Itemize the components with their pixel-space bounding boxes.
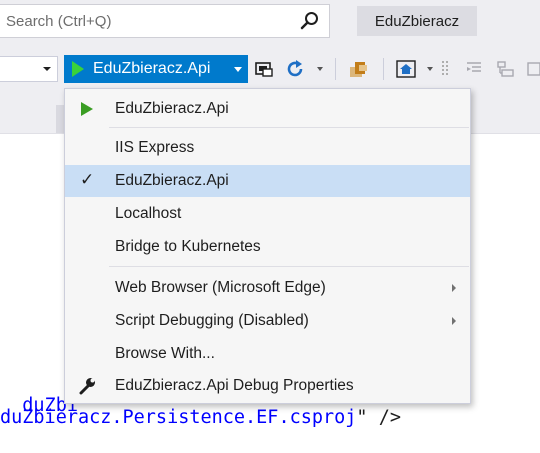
search-box[interactable] (0, 4, 330, 38)
menu-item-label: Browse With... (115, 345, 215, 362)
start-debugging-button[interactable]: EduZbieracz.Api (64, 55, 248, 83)
menu-separator (109, 266, 469, 267)
chevron-down-icon[interactable] (317, 67, 323, 71)
toolbar-separator (335, 58, 336, 80)
search-icon[interactable] (299, 10, 321, 32)
checkmark-icon: ✓ (80, 170, 95, 190)
standard-toolbar: EduZbieracz.Api (0, 45, 540, 91)
open-folder-icon[interactable] (349, 59, 369, 79)
menu-item-web-browser[interactable]: Web Browser (Microsoft Edge) (65, 273, 470, 303)
align-icon[interactable] (464, 59, 484, 79)
code-attribute-value: duZbieracz.Persistence.EF.csproj (0, 407, 357, 428)
chevron-down-icon[interactable] (234, 67, 242, 72)
code-tag-end: " /> (356, 407, 401, 428)
run-target-label: EduZbieracz.Api (93, 60, 211, 77)
toolbar-overflow-icon[interactable] (526, 59, 540, 79)
wrench-icon (79, 378, 95, 395)
menu-separator (109, 127, 469, 128)
menu-item-label: Localhost (115, 205, 182, 222)
menu-item-debug-properties[interactable]: EduZbieracz.Api Debug Properties (65, 371, 470, 401)
search-input[interactable] (6, 10, 286, 32)
menu-item-project-profile[interactable]: ✓ EduZbieracz.Api (65, 165, 470, 197)
browser-link-icon[interactable] (254, 59, 274, 79)
menu-item-label: EduZbieracz.Api Debug Properties (115, 377, 354, 394)
chevron-down-icon (43, 67, 51, 71)
menu-item-label: Script Debugging (Disabled) (115, 312, 309, 329)
refresh-icon[interactable] (286, 59, 306, 79)
toolbar-separator (383, 58, 384, 80)
chevron-down-icon[interactable] (427, 67, 433, 71)
submenu-arrow-icon (452, 284, 456, 292)
menu-item-run-target[interactable]: EduZbieracz.Api (65, 94, 470, 124)
menu-item-script-debugging[interactable]: Script Debugging (Disabled) (65, 306, 470, 336)
menu-item-label: IIS Express (115, 139, 195, 156)
submenu-arrow-icon (452, 317, 456, 325)
toolbar-gripper-icon (442, 61, 448, 75)
debug-target-menu: EduZbieracz.Api IIS Express ✓ EduZbierac… (64, 88, 471, 404)
menu-item-browse-with[interactable]: Browse With... (65, 339, 470, 369)
configuration-combo[interactable] (0, 56, 58, 82)
code-line: duZbieracz.Persistence.EF.csproj" /> (0, 407, 401, 428)
indent-icon[interactable] (496, 59, 516, 79)
title-bar: EduZbieracz (0, 0, 540, 45)
menu-item-localhost[interactable]: Localhost (65, 199, 470, 229)
menu-item-iis-express[interactable]: IIS Express (65, 133, 470, 163)
menu-item-label: Bridge to Kubernetes (115, 238, 261, 255)
solution-name-chip: EduZbieracz (357, 6, 477, 36)
menu-item-label: EduZbieracz.Api (115, 172, 229, 189)
menu-item-label: Web Browser (Microsoft Edge) (115, 279, 326, 296)
home-icon[interactable] (396, 59, 416, 79)
menu-item-bridge-to-kubernetes[interactable]: Bridge to Kubernetes (65, 232, 470, 262)
menu-item-label: EduZbieracz.Api (115, 100, 229, 117)
play-icon (72, 61, 84, 77)
play-icon (81, 102, 93, 116)
